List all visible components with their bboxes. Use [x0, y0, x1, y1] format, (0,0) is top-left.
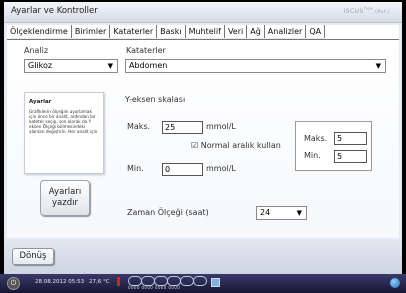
chevron-down-icon: ▼ — [375, 62, 381, 70]
print-label-line1: Ayarları — [48, 187, 82, 197]
help-box: Ayarlar Grafiklerin ölçeğini ayarlamak i… — [24, 92, 104, 174]
normal-range-box: Maks. 5 Min. 5 — [295, 121, 372, 171]
tab-data[interactable]: Veri — [224, 25, 248, 38]
y-scale-label: Y-eksen skalası — [125, 95, 186, 104]
tab-network[interactable]: Ağ — [247, 25, 265, 38]
globe-icon[interactable] — [390, 278, 400, 288]
status-bar: ⏻ 28.08.2012 05:53 27,6 °C 0000 0000 000… — [0, 274, 406, 293]
help-title: Ayarlar — [29, 99, 52, 105]
catheters-label: Kataterler — [126, 46, 166, 55]
analysis-value: Glikoz — [28, 61, 53, 70]
tab-misc[interactable]: Muhtelif — [185, 25, 225, 38]
normal-min-label: Min. — [304, 151, 321, 160]
title-bar: Ayarlar ve Kontroller ISCUSflex(Ref.) — [4, 2, 402, 23]
back-button[interactable]: Dönüş — [12, 248, 54, 265]
tab-qa[interactable]: QA — [306, 25, 326, 38]
analysis-label: Analiz — [24, 46, 49, 55]
checkbox-icon: ☑ — [191, 141, 199, 150]
tab-analyses[interactable]: Analizler — [264, 25, 307, 38]
catheter-select[interactable]: Abdomen ▼ — [125, 59, 386, 73]
help-text: Grafiklerin ölçeğini ayarlamak için önce… — [29, 109, 98, 134]
time-scale-value: 24 — [260, 208, 271, 217]
window-title: Ayarlar ve Kontroller — [11, 6, 98, 16]
temperature: 27,6 °C — [89, 279, 110, 285]
warning-icon — [117, 277, 120, 286]
screen: Ayarlar ve Kontroller ISCUSflex(Ref.) Öl… — [4, 2, 402, 274]
min-label: Min. — [127, 164, 144, 173]
time-scale-select[interactable]: 24 ▼ — [256, 206, 307, 220]
tab-units[interactable]: Birimler — [71, 25, 111, 38]
tab-bar-filler — [325, 25, 399, 39]
bottom-strip: Dönüş — [4, 239, 402, 274]
normal-range-checkbox[interactable]: ☑ Normal aralık kullan — [191, 141, 281, 150]
analysis-select[interactable]: Glikoz ▼ — [24, 59, 118, 73]
slot-icon — [193, 276, 207, 286]
normal-range-label: Normal aralık kullan — [200, 141, 281, 150]
slot-digits: 0000 0000 0000 0000 — [128, 285, 181, 290]
min-input[interactable]: 0 — [162, 163, 203, 176]
power-icon[interactable]: ⏻ — [7, 277, 20, 290]
time-scale-label: Zaman Ölçeği (saat) — [127, 208, 209, 217]
scaling-panel: Analiz Glikoz ▼ Kataterler Abdomen ▼ Aya… — [7, 40, 399, 238]
min-unit: mmol/L — [206, 164, 236, 173]
normal-max-input[interactable]: 5 — [334, 132, 367, 145]
tab-catheters[interactable]: Kataterler — [110, 25, 158, 38]
normal-max-label: Maks. — [304, 134, 328, 143]
normal-min-input[interactable]: 5 — [334, 150, 367, 163]
brand-logo: ISCUSflex(Ref.) — [343, 6, 390, 15]
datetime: 28.08.2012 05:53 — [35, 279, 85, 285]
max-unit: mmol/L — [206, 122, 236, 131]
chevron-down-icon: ▼ — [107, 62, 113, 70]
max-input[interactable]: 25 — [162, 121, 203, 134]
tray-icon — [211, 278, 220, 287]
tab-bar: Ölçeklendirme Birimler Kataterler Baskı … — [7, 25, 399, 40]
slot-icon — [180, 276, 194, 286]
chevron-down-icon: ▼ — [296, 209, 302, 217]
max-label: Maks. — [127, 122, 151, 131]
print-label-line2: yazdır — [52, 198, 78, 208]
catheter-value: Abdomen — [129, 61, 168, 70]
tab-scaling[interactable]: Ölçeklendirme — [7, 25, 72, 38]
tab-print[interactable]: Baskı — [157, 25, 186, 38]
print-settings-button[interactable]: Ayarları yazdır — [40, 180, 90, 216]
